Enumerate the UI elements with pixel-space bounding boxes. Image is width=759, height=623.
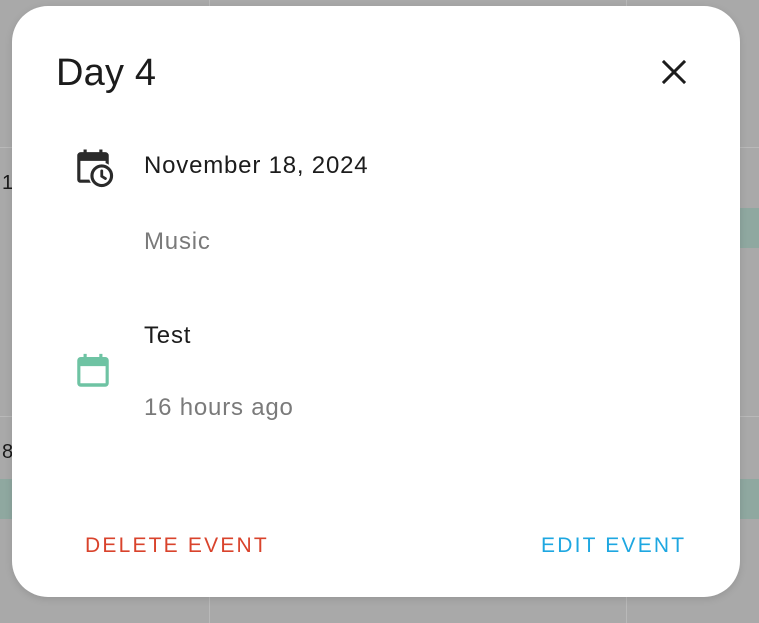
event-details-dialog: Day 4 November 18, 2024 Music Test 16 ho… [12,6,740,597]
edit-event-button[interactable]: EDIT EVENT [541,528,686,564]
delete-event-button[interactable]: DELETE EVENT [85,528,269,564]
calendar-name: Music [144,228,211,255]
calendar-clock-icon [77,149,114,188]
event-date: November 18, 2024 [144,152,369,179]
event-name: Test [144,322,192,349]
dialog-title: Day 4 [56,52,157,94]
close-button[interactable] [652,50,696,94]
calendar-icon [77,353,109,387]
event-relative-time: 16 hours ago [144,394,294,421]
close-icon [661,59,687,85]
